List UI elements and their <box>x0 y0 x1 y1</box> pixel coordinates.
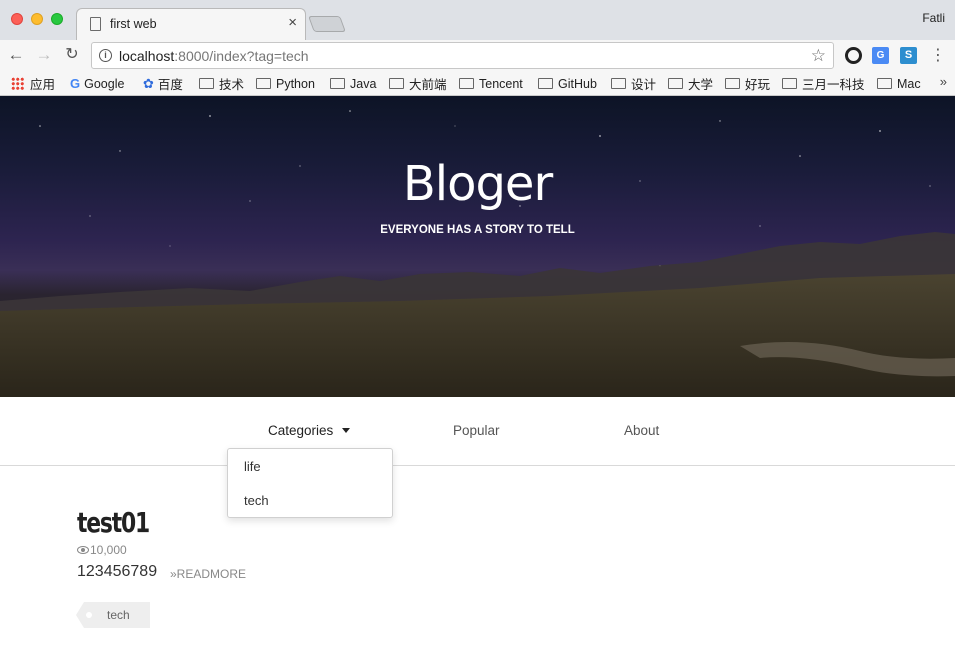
bookmark-folder[interactable]: 好玩 <box>725 75 770 92</box>
site-title: Bloger <box>402 156 553 212</box>
bookmark-label: 大学 <box>688 78 714 92</box>
nav-popular-link[interactable]: Popular <box>453 423 500 438</box>
folder-icon <box>330 78 345 89</box>
url-host: localhost <box>119 48 175 64</box>
bookmark-label: Python <box>276 76 315 91</box>
bookmark-folder[interactable]: 设计 <box>611 75 656 92</box>
bookmark-label: 好玩 <box>745 78 771 92</box>
bookmark-label: Tencent <box>479 76 523 91</box>
bookmark-folder[interactable]: 三月一科技 <box>782 75 865 92</box>
bookmark-folder[interactable]: 大学 <box>668 75 713 92</box>
apps-grid-icon <box>11 77 24 90</box>
address-bar[interactable]: i localhost:8000/index?tag=tech ☆ <box>91 42 834 69</box>
new-tab-button[interactable] <box>308 16 346 32</box>
folder-icon <box>459 78 474 89</box>
nav-about-link[interactable]: About <box>624 423 659 438</box>
maximize-window-button[interactable] <box>51 13 63 25</box>
site-navbar: Categories Popular About <box>0 397 955 466</box>
tab-close-button[interactable]: × <box>288 14 297 31</box>
folder-icon <box>877 78 892 89</box>
extension-translate-icon[interactable]: G <box>872 47 889 64</box>
tag-hole-icon <box>86 612 92 618</box>
bookmark-label: 大前端 <box>409 78 447 92</box>
tag-label: tech <box>107 608 130 622</box>
bookmark-folder[interactable]: Java <box>330 75 376 92</box>
bookmark-label: Java <box>350 76 377 91</box>
bookmark-star-icon[interactable]: ☆ <box>811 46 826 66</box>
tab-title: first web <box>110 17 157 31</box>
browser-toolbar: ← → ↻ i localhost:8000/index?tag=tech ☆ … <box>0 40 955 71</box>
back-button[interactable]: ← <box>4 44 28 66</box>
folder-icon <box>725 78 740 89</box>
folder-icon <box>538 78 553 89</box>
google-icon: G <box>70 76 81 91</box>
url-text[interactable]: localhost:8000/index?tag=tech <box>119 48 309 64</box>
bookmark-folder[interactable]: Mac <box>877 75 921 92</box>
bookmark-label: Mac <box>897 76 921 91</box>
bookmark-google[interactable]: G Google <box>70 75 124 92</box>
folder-icon <box>668 78 683 89</box>
bookmark-apps[interactable]: 应用 <box>11 75 55 92</box>
post-excerpt: 123456789 <box>77 563 158 580</box>
readmore-link[interactable]: »READMORE <box>170 567 246 581</box>
browser-tab[interactable]: first web × <box>76 8 306 40</box>
bookmark-label: 应用 <box>30 78 56 92</box>
url-path: :8000/index?tag=tech <box>174 48 309 64</box>
bookmark-folder[interactable]: 大前端 <box>389 75 447 92</box>
forward-button[interactable]: → <box>32 44 56 66</box>
nav-categories-label: Categories <box>268 423 334 438</box>
site-subtitle: EVERYONE HAS A STORY TO TELL <box>380 224 575 236</box>
bookmark-label: 三月一科技 <box>802 78 865 92</box>
folder-icon <box>611 78 626 89</box>
bookmark-baidu[interactable]: ✿ 百度 <box>143 75 183 93</box>
hero-banner: Bloger EVERYONE HAS A STORY TO TELL <box>0 96 955 397</box>
bookmark-label: 百度 <box>157 78 183 92</box>
extension-circle-icon[interactable] <box>845 47 862 64</box>
close-window-button[interactable] <box>11 13 23 25</box>
bookmark-label: 技术 <box>219 78 245 92</box>
eye-icon <box>77 546 89 554</box>
view-count: 10,000 <box>90 543 127 557</box>
bookmark-folder[interactable]: Python <box>256 75 315 92</box>
bookmark-folder[interactable]: 技术 <box>199 75 244 92</box>
folder-icon <box>199 78 214 89</box>
profile-name[interactable]: Fatli <box>922 11 945 25</box>
post-views: 10,000 <box>77 543 127 557</box>
page-icon <box>90 17 101 31</box>
bookmark-label: Google <box>84 76 125 91</box>
caret-down-icon <box>342 428 351 433</box>
bookmark-label: 设计 <box>631 78 657 92</box>
bookmarks-bar: 应用 G Google ✿ 百度 技术 Python Java 大前端 Tencen… <box>0 71 955 96</box>
folder-icon <box>256 78 271 89</box>
info-icon[interactable]: i <box>99 49 112 62</box>
browser-titlebar: first web × Fatli <box>0 0 955 40</box>
night-sky-landscape-image <box>0 110 955 397</box>
dropdown-item-life[interactable]: life <box>244 459 261 474</box>
more-bookmarks-icon[interactable]: » <box>940 74 947 89</box>
dropdown-item-tech[interactable]: tech <box>244 493 269 508</box>
nav-categories-dropdown[interactable]: Categories <box>268 423 351 438</box>
post-title[interactable]: test01 <box>77 506 150 539</box>
bookmark-folder[interactable]: GitHub <box>538 75 597 92</box>
minimize-window-button[interactable] <box>31 13 43 25</box>
kebab-menu-icon[interactable]: ⋮ <box>930 45 946 65</box>
folder-icon <box>389 78 404 89</box>
baidu-paw-icon: ✿ <box>143 75 154 91</box>
folder-icon <box>782 78 797 89</box>
tag-badge[interactable]: tech <box>76 602 150 628</box>
bookmark-folder[interactable]: Tencent <box>459 75 523 92</box>
categories-dropdown-menu: life tech <box>227 448 393 518</box>
extension-s-icon[interactable]: S <box>900 47 917 64</box>
reload-button[interactable]: ↻ <box>60 44 84 66</box>
bookmark-label: GitHub <box>558 76 597 91</box>
